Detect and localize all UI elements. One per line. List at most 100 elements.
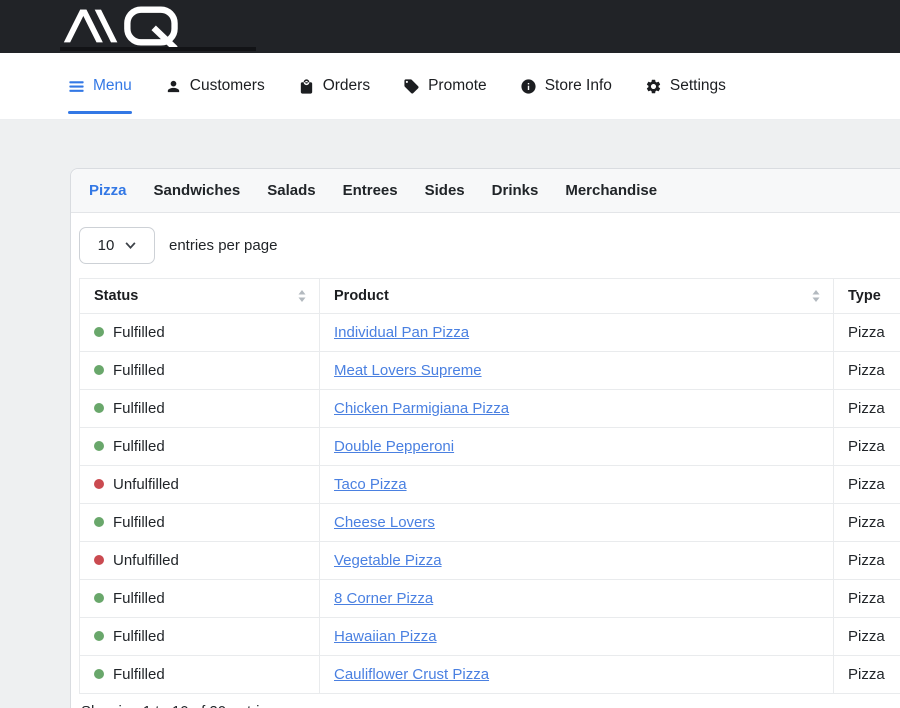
hamburger-icon [68, 78, 85, 95]
product-cell: Taco Pizza [320, 466, 834, 504]
sort-icon[interactable] [297, 289, 307, 303]
column-header-status[interactable]: Status [80, 279, 320, 314]
table-row: Fulfilled Meat Lovers Supreme Pizza [80, 352, 900, 390]
table-row: Fulfilled Individual Pan Pizza Pizza [80, 314, 900, 352]
tag-icon [403, 78, 420, 95]
card-body: 10 entries per page Status Product Type [71, 213, 900, 708]
type-cell: Pizza [834, 428, 900, 466]
info-icon [520, 78, 537, 95]
product-link[interactable]: 8 Corner Pizza [334, 590, 433, 607]
app-header [0, 0, 900, 53]
product-link[interactable]: Cauliflower Crust Pizza [334, 666, 489, 683]
type-cell: Pizza [834, 542, 900, 580]
product-link[interactable]: Individual Pan Pizza [334, 324, 469, 341]
type-cell: Pizza [834, 580, 900, 618]
tab-sandwiches[interactable]: Sandwiches [154, 182, 241, 199]
status-cell: Fulfilled [80, 580, 320, 618]
status-cell: Fulfilled [80, 618, 320, 656]
nav-item-label: Customers [190, 77, 265, 95]
product-cell: Cheese Lovers [320, 504, 834, 542]
status-dot-icon [94, 365, 104, 375]
status-dot-icon [94, 669, 104, 679]
entries-per-page-value: 10 [98, 237, 115, 254]
product-cell: Hawaiian Pizza [320, 618, 834, 656]
nav-item-store-info[interactable]: Store Info [520, 53, 612, 119]
table-row: Fulfilled Cauliflower Crust Pizza Pizza [80, 656, 900, 694]
status-cell: Fulfilled [80, 428, 320, 466]
product-cell: Cauliflower Crust Pizza [320, 656, 834, 694]
status-cell: Fulfilled [80, 390, 320, 428]
table-summary: Showing 1 to 10 of 20 entries [79, 703, 900, 708]
nav-item-promote[interactable]: Promote [403, 53, 487, 119]
bag-icon [298, 78, 315, 95]
status-dot-icon [94, 517, 104, 527]
menu-card: Pizza Sandwiches Salads Entrees Sides Dr… [70, 168, 900, 708]
product-cell: 8 Corner Pizza [320, 580, 834, 618]
nav-item-orders[interactable]: Orders [298, 53, 370, 119]
nav-item-label: Menu [93, 77, 132, 95]
product-link[interactable]: Vegetable Pizza [334, 552, 442, 569]
products-table: Status Product Type Fulfilled Individual… [79, 278, 900, 694]
type-cell: Pizza [834, 352, 900, 390]
product-cell: Double Pepperoni [320, 428, 834, 466]
status-dot-icon [94, 555, 104, 565]
product-link[interactable]: Cheese Lovers [334, 514, 435, 531]
product-link[interactable]: Hawaiian Pizza [334, 628, 437, 645]
type-cell: Pizza [834, 504, 900, 542]
status-cell: Fulfilled [80, 352, 320, 390]
product-link[interactable]: Taco Pizza [334, 476, 407, 493]
tab-sides[interactable]: Sides [425, 182, 465, 199]
table-row: Fulfilled Cheese Lovers Pizza [80, 504, 900, 542]
status-dot-icon [94, 631, 104, 641]
nav-item-label: Store Info [545, 77, 612, 95]
status-dot-icon [94, 593, 104, 603]
product-cell: Meat Lovers Supreme [320, 352, 834, 390]
table-row: Unfulfilled Taco Pizza Pizza [80, 466, 900, 504]
status-cell: Unfulfilled [80, 466, 320, 504]
nav-item-customers[interactable]: Customers [165, 53, 265, 119]
product-cell: Chicken Parmigiana Pizza [320, 390, 834, 428]
product-link[interactable]: Meat Lovers Supreme [334, 362, 482, 379]
tab-salads[interactable]: Salads [267, 182, 315, 199]
product-link[interactable]: Chicken Parmigiana Pizza [334, 400, 509, 417]
table-row: Unfulfilled Vegetable Pizza Pizza [80, 542, 900, 580]
status-dot-icon [94, 403, 104, 413]
tab-merchandise[interactable]: Merchandise [565, 182, 657, 199]
entries-per-page-select[interactable]: 10 [79, 227, 155, 264]
status-cell: Fulfilled [80, 656, 320, 694]
table-row: Fulfilled Chicken Parmigiana Pizza Pizza [80, 390, 900, 428]
nav-item-label: Orders [323, 77, 370, 95]
tab-drinks[interactable]: Drinks [492, 182, 539, 199]
type-cell: Pizza [834, 390, 900, 428]
table-row: Fulfilled Hawaiian Pizza Pizza [80, 618, 900, 656]
status-dot-icon [94, 479, 104, 489]
tab-entrees[interactable]: Entrees [343, 182, 398, 199]
entries-per-page-label: entries per page [169, 237, 277, 254]
logo-underbar [60, 47, 256, 51]
type-cell: Pizza [834, 314, 900, 352]
nav-item-settings[interactable]: Settings [645, 53, 726, 119]
tab-pizza[interactable]: Pizza [89, 182, 127, 199]
status-cell: Fulfilled [80, 314, 320, 352]
status-dot-icon [94, 441, 104, 451]
product-cell: Individual Pan Pizza [320, 314, 834, 352]
table-row: Fulfilled Double Pepperoni Pizza [80, 428, 900, 466]
column-header-product[interactable]: Product [320, 279, 834, 314]
type-cell: Pizza [834, 656, 900, 694]
type-cell: Pizza [834, 466, 900, 504]
nav-item-label: Promote [428, 77, 487, 95]
main-nav: Menu Customers Orders Promote Store Info… [0, 53, 900, 120]
status-cell: Fulfilled [80, 504, 320, 542]
person-icon [165, 78, 182, 95]
product-link[interactable]: Double Pepperoni [334, 438, 454, 455]
nav-item-label: Settings [670, 77, 726, 95]
nav-item-menu[interactable]: Menu [68, 53, 132, 119]
status-dot-icon [94, 327, 104, 337]
column-header-type[interactable]: Type [834, 279, 900, 314]
category-tabs: Pizza Sandwiches Salads Entrees Sides Dr… [71, 169, 900, 213]
sort-icon[interactable] [811, 289, 821, 303]
table-row: Fulfilled 8 Corner Pizza Pizza [80, 580, 900, 618]
status-cell: Unfulfilled [80, 542, 320, 580]
type-cell: Pizza [834, 618, 900, 656]
chevron-down-icon [125, 242, 136, 249]
